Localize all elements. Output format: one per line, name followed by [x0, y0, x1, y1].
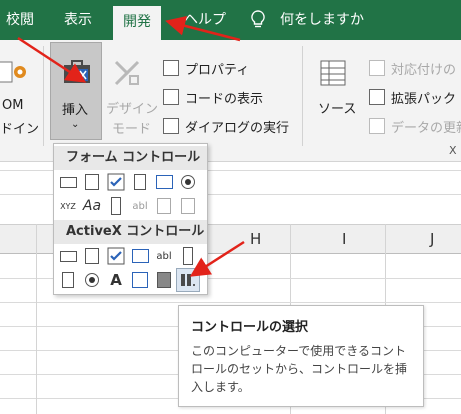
activex-command-button-control[interactable]: [58, 246, 78, 266]
activex-spin-button-control[interactable]: [58, 270, 78, 290]
insert-button[interactable]: 挿入 ⌄: [50, 42, 102, 140]
insert-controls-gallery: フォーム コントロール XYZ Aa abl ActiveX コントロール ab…: [53, 143, 208, 295]
activex-label-control[interactable]: A: [106, 270, 126, 290]
column-header-h[interactable]: H: [250, 230, 261, 248]
toolbox-icon: [64, 60, 90, 83]
tooltip-body: このコンピューターで使用できるコントロールのセットから、コントロールを挿入します…: [191, 344, 408, 394]
lightbulb-icon[interactable]: [250, 0, 266, 40]
group-label-xml: X: [449, 144, 457, 157]
chevron-down-icon: ⌄: [71, 119, 80, 130]
form-listbox-control[interactable]: [154, 172, 174, 192]
com-addins-label[interactable]: OM: [2, 98, 23, 113]
tab-view[interactable]: 表示: [64, 0, 92, 40]
tell-me-search[interactable]: 何をしますか: [280, 0, 364, 40]
activex-textbox-control[interactable]: abl: [154, 246, 174, 266]
design-mode-icon: [114, 60, 140, 86]
view-code-icon: [163, 89, 179, 105]
more-controls-button[interactable]: [176, 268, 200, 292]
refresh-data-button[interactable]: データの更新: [391, 117, 461, 136]
properties-icon: [163, 60, 179, 76]
form-label-control[interactable]: Aa: [82, 196, 102, 216]
run-dialog-icon: [163, 118, 179, 134]
refresh-data-icon: [369, 118, 385, 134]
design-mode-label[interactable]: デザイン: [106, 98, 158, 117]
form-button-control[interactable]: [58, 172, 78, 192]
form-groupbox-control[interactable]: XYZ: [58, 196, 78, 216]
form-scrollbar-control[interactable]: [106, 196, 126, 216]
form-combo-list-control[interactable]: [154, 196, 174, 216]
form-combo-dropdown-control[interactable]: [178, 196, 198, 216]
form-option-button-control[interactable]: [178, 172, 198, 192]
design-mode-label-2: モード: [112, 122, 152, 137]
source-icon: [320, 60, 346, 86]
form-textfield-control[interactable]: abl: [130, 196, 150, 216]
activex-image-control[interactable]: [130, 270, 150, 290]
expansion-packs-icon: [369, 89, 385, 105]
insert-label: 挿入: [62, 103, 89, 118]
column-header-j[interactable]: J: [430, 230, 434, 248]
activex-combobox-control[interactable]: [82, 246, 102, 266]
column-header-i[interactable]: I: [342, 230, 346, 248]
ribbon-tab-bar: 校閲 表示 開発 ヘルプ 何をしますか: [0, 0, 461, 40]
com-addins-label-2[interactable]: ドイン: [0, 118, 39, 137]
tab-review[interactable]: 校閲: [6, 0, 34, 40]
tab-help[interactable]: ヘルプ: [184, 0, 226, 40]
activex-controls-header: ActiveX コントロール: [54, 220, 207, 244]
form-checkbox-control[interactable]: [106, 172, 126, 192]
map-properties-button[interactable]: 対応付けの: [391, 59, 456, 78]
form-controls-header: フォーム コントロール: [54, 146, 207, 170]
run-dialog-button[interactable]: ダイアログの実行: [185, 117, 289, 136]
view-code-button[interactable]: コードの表示: [185, 88, 263, 107]
activex-toggle-button-control[interactable]: [154, 270, 174, 290]
map-properties-icon: [369, 60, 385, 76]
source-button[interactable]: ソース: [318, 98, 356, 117]
form-spin-button-control[interactable]: [130, 172, 150, 192]
activex-listbox-control[interactable]: [130, 246, 150, 266]
activex-scrollbar-control[interactable]: [178, 246, 198, 266]
expansion-packs-button[interactable]: 拡張パック: [391, 88, 456, 107]
properties-button[interactable]: プロパティ: [185, 59, 249, 78]
activex-option-button-control[interactable]: [82, 270, 102, 290]
tooltip: コントロールの選択 このコンピューターで使用できるコントロールのセットから、コン…: [178, 305, 424, 407]
tab-developer[interactable]: 開発: [113, 6, 161, 40]
form-combobox-control[interactable]: [82, 172, 102, 192]
more-controls-icon: [181, 274, 195, 286]
activex-checkbox-control[interactable]: [106, 246, 126, 266]
com-addins-icon: [0, 58, 28, 92]
tooltip-title: コントロールの選択: [191, 320, 309, 335]
